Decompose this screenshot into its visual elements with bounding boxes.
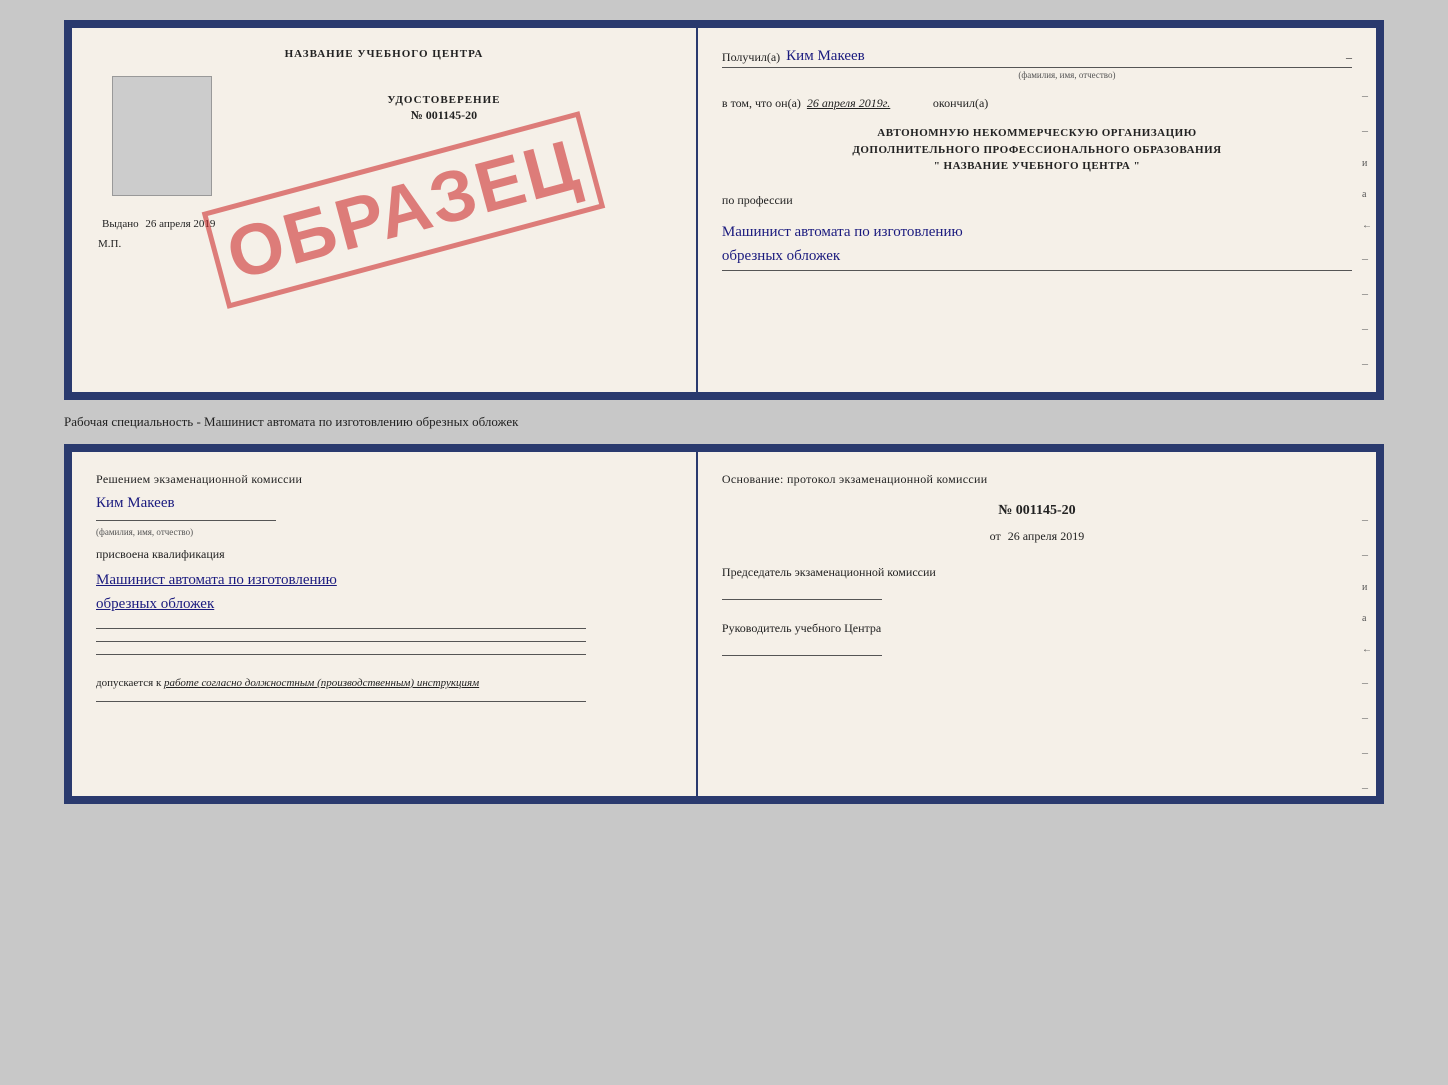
poluchil-row: Получил(а) Ким Макеев – xyxy=(722,48,1352,68)
rukovoditel-label: Руководитель учебного Центра xyxy=(722,620,1352,637)
okonchil: окончил(а) xyxy=(933,96,988,111)
school-name-top: НАЗВАНИЕ УЧЕБНОГО ЦЕНТРА xyxy=(285,48,484,60)
dopuskaetsya-text: допускается к работе согласно должностны… xyxy=(96,677,672,689)
chairman-label: Председатель экзаменационной комиссии xyxy=(722,564,1352,581)
blank-line-4 xyxy=(96,701,586,702)
rukovoditel-block: Руководитель учебного Центра xyxy=(722,620,1352,656)
caption-text: Рабочая специальность - Машинист автомат… xyxy=(64,410,1384,434)
top-left-panel: НАЗВАНИЕ УЧЕБНОГО ЦЕНТРА УДОСТОВЕРЕНИЕ №… xyxy=(72,28,698,392)
bottom-right-panel: Основание: протокол экзаменационной коми… xyxy=(698,452,1376,796)
vtom-prefix: в том, что он(а) xyxy=(722,96,801,111)
fio-line-bottom xyxy=(96,520,276,521)
vtom-row: в том, что он(а) 26 апреля 2019г. окончи… xyxy=(722,96,1352,111)
right-side-marks-top: – – и а ← – – – – xyxy=(1362,88,1372,371)
dopuskaetsya-italic: работе согласно должностным (производств… xyxy=(164,677,479,689)
blank-line-2 xyxy=(96,641,586,642)
resheniem-text: Решением экзаменационной комиссии xyxy=(96,472,672,487)
top-document: НАЗВАНИЕ УЧЕБНОГО ЦЕНТРА УДОСТОВЕРЕНИЕ №… xyxy=(64,20,1384,400)
rukovoditel-sig-line xyxy=(722,655,882,656)
prisvoena-text: присвоена квалификация xyxy=(96,547,672,562)
po-professii: по профессии xyxy=(722,193,1352,208)
blank-line-1 xyxy=(96,628,586,629)
poluchil-name: Ким Макеев xyxy=(786,48,1340,65)
fio-hint-top: (фамилия, имя, отчество) xyxy=(782,70,1352,80)
protocol-number: № 001145-20 xyxy=(722,503,1352,519)
chairman-sig-line xyxy=(722,599,882,600)
org-line1: АВТОНОМНУЮ НЕКОММЕРЧЕСКУЮ ОРГАНИЗАЦИЮ xyxy=(722,125,1352,142)
bottom-left-panel: Решением экзаменационной комиссии Ким Ма… xyxy=(72,452,698,796)
qualification-hw: Машинист автомата по изготовлению обрезн… xyxy=(96,568,672,616)
document-container: НАЗВАНИЕ УЧЕБНОГО ЦЕНТРА УДОСТОВЕРЕНИЕ №… xyxy=(64,20,1384,804)
certificate-number: № 001145-20 xyxy=(411,108,477,123)
ot-date: от 26 апреля 2019 xyxy=(722,529,1352,544)
osnovanie-text: Основание: протокол экзаменационной коми… xyxy=(722,472,1352,487)
top-right-panel: Получил(а) Ким Макеев – (фамилия, имя, о… xyxy=(698,28,1376,392)
blank-line-3 xyxy=(96,654,586,655)
poluchil-prefix: Получил(а) xyxy=(722,50,780,65)
photo-area xyxy=(112,76,212,196)
chairman-block: Председатель экзаменационной комиссии xyxy=(722,564,1352,600)
org-line2: ДОПОЛНИТЕЛЬНОГО ПРОФЕССИОНАЛЬНОГО ОБРАЗО… xyxy=(722,142,1352,159)
vydano-prefix: Выдано xyxy=(102,218,139,230)
mp-label: М.П. xyxy=(98,238,121,250)
org-block: АВТОНОМНУЮ НЕКОММЕРЧЕСКУЮ ОРГАНИЗАЦИЮ ДО… xyxy=(722,125,1352,175)
right-side-marks-bottom: – – и а ← – – – – xyxy=(1362,512,1372,795)
commission-name: Ким Макеев xyxy=(96,495,672,512)
certificate-label: УДОСТОВЕРЕНИЕ xyxy=(387,94,500,106)
bottom-document: Решением экзаменационной комиссии Ким Ма… xyxy=(64,444,1384,804)
vydano-row: Выдано 26 апреля 2019 xyxy=(102,218,215,230)
poluchil-block: Получил(а) Ким Макеев – (фамилия, имя, о… xyxy=(722,48,1352,80)
vydano-date: 26 апреля 2019 xyxy=(145,218,215,230)
org-line3: " НАЗВАНИЕ УЧЕБНОГО ЦЕНТРА " xyxy=(722,158,1352,175)
profession-hw-top: Машинист автомата по изготовлению обрезн… xyxy=(722,220,1352,271)
vtom-date: 26 апреля 2019г. xyxy=(807,96,927,111)
fio-hint-bottom: (фамилия, имя, отчество) xyxy=(96,527,672,537)
